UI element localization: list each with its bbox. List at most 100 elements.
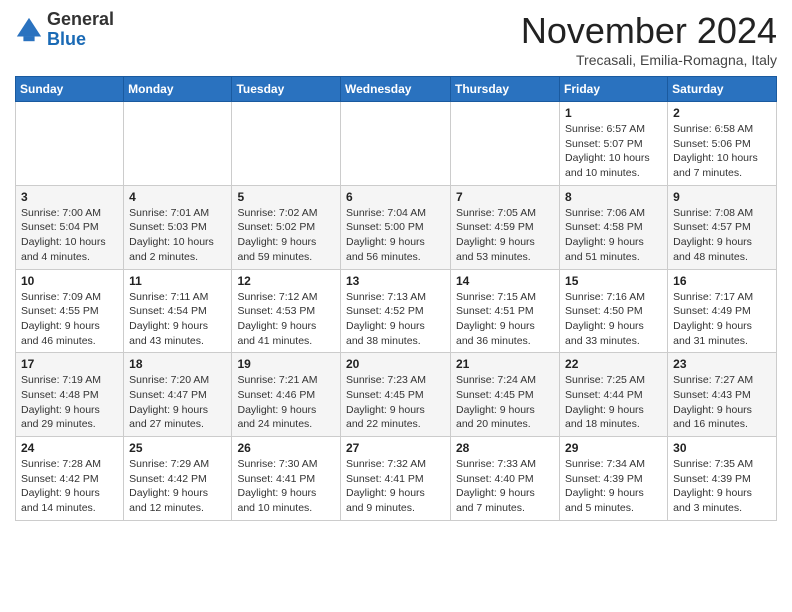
day-info: Sunrise: 7:25 AM Sunset: 4:44 PM Dayligh…	[565, 373, 662, 432]
day-number: 15	[565, 274, 662, 288]
day-number: 2	[673, 106, 771, 120]
day-number: 3	[21, 190, 118, 204]
day-number: 28	[456, 441, 554, 455]
logo-blue: Blue	[47, 29, 86, 49]
cell-week1-day6: 2Sunrise: 6:58 AM Sunset: 5:06 PM Daylig…	[668, 102, 777, 186]
calendar-header: Sunday Monday Tuesday Wednesday Thursday…	[16, 77, 777, 102]
cell-week4-day3: 20 Sunrise: 7:23 AM Sunset: 4:45 PM Dayli…	[341, 353, 451, 437]
day-number: 27	[346, 441, 445, 455]
cell-week5-day1: 25 Sunrise: 7:29 AM Sunset: 4:42 PM Dayli…	[124, 437, 232, 521]
col-sunday: Sunday	[16, 77, 124, 102]
cell-week5-day2: 26 Sunrise: 7:30 AM Sunset: 4:41 PM Dayli…	[232, 437, 341, 521]
day-info: Sunrise: 7:28 AM Sunset: 4:42 PM Dayligh…	[21, 457, 118, 516]
day-number: 20	[346, 357, 445, 371]
day-number: 9	[673, 190, 771, 204]
day-number: 13	[346, 274, 445, 288]
title-section: November 2024 Trecasali, Emilia-Romagna,…	[521, 10, 777, 68]
col-friday: Friday	[560, 77, 668, 102]
cell-week1-day4	[451, 102, 560, 186]
cell-week4-day1: 18 Sunrise: 7:20 AM Sunset: 4:47 PM Dayli…	[124, 353, 232, 437]
cell-week2-day0: 3 Sunrise: 7:00 AM Sunset: 5:04 PM Daylig…	[16, 185, 124, 269]
header-row: Sunday Monday Tuesday Wednesday Thursday…	[16, 77, 777, 102]
cell-week3-day2: 12Sunrise: 7:12 AM Sunset: 4:53 PM Dayli…	[232, 269, 341, 353]
day-number: 29	[565, 441, 662, 455]
day-number: 24	[21, 441, 118, 455]
day-info: Sunrise: 7:20 AM Sunset: 4:47 PM Dayligh…	[129, 373, 226, 432]
cell-week1-day1	[124, 102, 232, 186]
month-title: November 2024	[521, 10, 777, 52]
day-number: 12	[237, 274, 335, 288]
day-info: Sunrise: 7:19 AM Sunset: 4:48 PM Dayligh…	[21, 373, 118, 432]
col-monday: Monday	[124, 77, 232, 102]
logo-icon	[15, 16, 43, 44]
day-number: 22	[565, 357, 662, 371]
day-info: Sunrise: 7:29 AM Sunset: 4:42 PM Dayligh…	[129, 457, 226, 516]
cell-week5-day4: 28 Sunrise: 7:33 AM Sunset: 4:40 PM Dayli…	[451, 437, 560, 521]
day-number: 7	[456, 190, 554, 204]
day-info: Sunrise: 7:05 AM Sunset: 4:59 PM Dayligh…	[456, 206, 554, 265]
col-tuesday: Tuesday	[232, 77, 341, 102]
day-number: 10	[21, 274, 118, 288]
cell-week3-day3: 13Sunrise: 7:13 AM Sunset: 4:52 PM Dayli…	[341, 269, 451, 353]
day-number: 1	[565, 106, 662, 120]
day-info: Sunrise: 7:24 AM Sunset: 4:45 PM Dayligh…	[456, 373, 554, 432]
cell-week2-day1: 4Sunrise: 7:01 AM Sunset: 5:03 PM Daylig…	[124, 185, 232, 269]
week-row-2: 3 Sunrise: 7:00 AM Sunset: 5:04 PM Daylig…	[16, 185, 777, 269]
day-info: Sunrise: 7:27 AM Sunset: 4:43 PM Dayligh…	[673, 373, 771, 432]
cell-week2-day3: 6Sunrise: 7:04 AM Sunset: 5:00 PM Daylig…	[341, 185, 451, 269]
day-info: Sunrise: 7:16 AM Sunset: 4:50 PM Dayligh…	[565, 290, 662, 349]
col-thursday: Thursday	[451, 77, 560, 102]
cell-week3-day4: 14 Sunrise: 7:15 AM Sunset: 4:51 PM Dayli…	[451, 269, 560, 353]
day-info: Sunrise: 7:02 AM Sunset: 5:02 PM Dayligh…	[237, 206, 335, 265]
day-number: 6	[346, 190, 445, 204]
cell-week3-day5: 15 Sunrise: 7:16 AM Sunset: 4:50 PM Dayli…	[560, 269, 668, 353]
calendar-body: 1Sunrise: 6:57 AM Sunset: 5:07 PM Daylig…	[16, 102, 777, 521]
day-number: 17	[21, 357, 118, 371]
day-info: Sunrise: 7:33 AM Sunset: 4:40 PM Dayligh…	[456, 457, 554, 516]
cell-week1-day5: 1Sunrise: 6:57 AM Sunset: 5:07 PM Daylig…	[560, 102, 668, 186]
day-number: 5	[237, 190, 335, 204]
week-row-3: 10 Sunrise: 7:09 AM Sunset: 4:55 PM Dayli…	[16, 269, 777, 353]
day-number: 30	[673, 441, 771, 455]
cell-week1-day3	[341, 102, 451, 186]
day-info: Sunrise: 7:30 AM Sunset: 4:41 PM Dayligh…	[237, 457, 335, 516]
day-info: Sunrise: 7:15 AM Sunset: 4:51 PM Dayligh…	[456, 290, 554, 349]
day-number: 25	[129, 441, 226, 455]
day-number: 26	[237, 441, 335, 455]
day-info: Sunrise: 7:35 AM Sunset: 4:39 PM Dayligh…	[673, 457, 771, 516]
cell-week3-day0: 10 Sunrise: 7:09 AM Sunset: 4:55 PM Dayli…	[16, 269, 124, 353]
day-info: Sunrise: 7:11 AM Sunset: 4:54 PM Dayligh…	[129, 290, 226, 349]
day-info: Sunrise: 7:17 AM Sunset: 4:49 PM Dayligh…	[673, 290, 771, 349]
day-info: Sunrise: 7:06 AM Sunset: 4:58 PM Dayligh…	[565, 206, 662, 265]
cell-week2-day2: 5 Sunrise: 7:02 AM Sunset: 5:02 PM Daylig…	[232, 185, 341, 269]
week-row-1: 1Sunrise: 6:57 AM Sunset: 5:07 PM Daylig…	[16, 102, 777, 186]
day-info: Sunrise: 7:32 AM Sunset: 4:41 PM Dayligh…	[346, 457, 445, 516]
week-row-5: 24 Sunrise: 7:28 AM Sunset: 4:42 PM Dayli…	[16, 437, 777, 521]
day-info: Sunrise: 7:09 AM Sunset: 4:55 PM Dayligh…	[21, 290, 118, 349]
day-info: Sunrise: 7:23 AM Sunset: 4:45 PM Dayligh…	[346, 373, 445, 432]
day-info: Sunrise: 7:08 AM Sunset: 4:57 PM Dayligh…	[673, 206, 771, 265]
logo: General Blue	[15, 10, 114, 50]
col-saturday: Saturday	[668, 77, 777, 102]
cell-week2-day6: 9 Sunrise: 7:08 AM Sunset: 4:57 PM Daylig…	[668, 185, 777, 269]
day-number: 4	[129, 190, 226, 204]
day-info: Sunrise: 7:34 AM Sunset: 4:39 PM Dayligh…	[565, 457, 662, 516]
day-number: 16	[673, 274, 771, 288]
logo-text: General Blue	[47, 10, 114, 50]
day-number: 18	[129, 357, 226, 371]
cell-week4-day0: 17 Sunrise: 7:19 AM Sunset: 4:48 PM Dayli…	[16, 353, 124, 437]
cell-week5-day6: 30 Sunrise: 7:35 AM Sunset: 4:39 PM Dayli…	[668, 437, 777, 521]
cell-week2-day5: 8 Sunrise: 7:06 AM Sunset: 4:58 PM Daylig…	[560, 185, 668, 269]
day-info: Sunrise: 7:00 AM Sunset: 5:04 PM Dayligh…	[21, 206, 118, 265]
day-number: 8	[565, 190, 662, 204]
cell-week3-day1: 11Sunrise: 7:11 AM Sunset: 4:54 PM Dayli…	[124, 269, 232, 353]
day-number: 14	[456, 274, 554, 288]
cell-week4-day5: 22 Sunrise: 7:25 AM Sunset: 4:44 PM Dayli…	[560, 353, 668, 437]
cell-week5-day0: 24 Sunrise: 7:28 AM Sunset: 4:42 PM Dayli…	[16, 437, 124, 521]
calendar-table: Sunday Monday Tuesday Wednesday Thursday…	[15, 76, 777, 521]
col-wednesday: Wednesday	[341, 77, 451, 102]
week-row-4: 17 Sunrise: 7:19 AM Sunset: 4:48 PM Dayli…	[16, 353, 777, 437]
cell-week2-day4: 7 Sunrise: 7:05 AM Sunset: 4:59 PM Daylig…	[451, 185, 560, 269]
page-header: General Blue November 2024 Trecasali, Em…	[15, 10, 777, 68]
cell-week5-day3: 27 Sunrise: 7:32 AM Sunset: 4:41 PM Dayli…	[341, 437, 451, 521]
